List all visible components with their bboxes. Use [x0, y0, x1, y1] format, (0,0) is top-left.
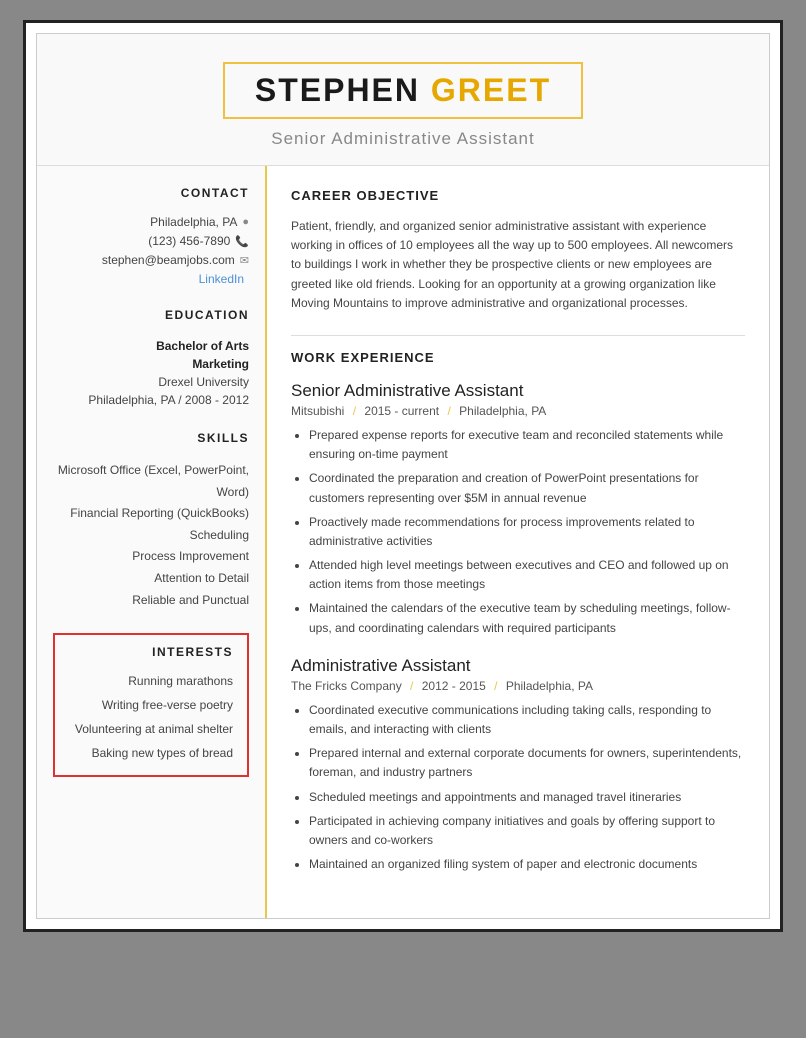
interest-item: Baking new types of bread [69, 741, 233, 765]
location-icon: ● [242, 216, 249, 228]
field-name: Marketing [53, 355, 249, 373]
email-icon: ✉ [240, 254, 249, 267]
education-section: EDUCATION Bachelor of Arts Marketing Dre… [53, 308, 249, 409]
divider [291, 335, 745, 336]
full-name: STEPHEN GREET [255, 72, 551, 109]
phone-text: (123) 456-7890 [148, 234, 230, 248]
skill-item: Process Improvement [53, 546, 249, 568]
resume-inner: STEPHEN GREET Senior Administrative Assi… [36, 33, 770, 919]
body-layout: CONTACT Philadelphia, PA ● (123) 456-789… [37, 165, 769, 918]
bullet-item: Coordinated the preparation and creation… [309, 469, 745, 507]
bullet-item: Prepared expense reports for executive t… [309, 426, 745, 464]
sep-4: / [494, 679, 497, 693]
job-2: Administrative Assistant The Fricks Comp… [291, 656, 745, 875]
job-2-location: Philadelphia, PA [506, 679, 593, 693]
job-2-company: The Fricks Company [291, 679, 402, 693]
job-2-title: Administrative Assistant [291, 656, 745, 676]
skill-item: Attention to Detail [53, 568, 249, 590]
contact-phone: (123) 456-7890 📞 [53, 234, 249, 248]
school-name: Drexel University [53, 373, 249, 391]
phone-icon: 📞 [235, 235, 249, 248]
contact-location: Philadelphia, PA ● [53, 215, 249, 229]
interests-title: INTERESTS [69, 645, 233, 659]
name-box: STEPHEN GREET [223, 62, 583, 119]
bullet-item: Coordinated executive communications inc… [309, 701, 745, 739]
bullet-item: Proactively made recommendations for pro… [309, 513, 745, 551]
skills-title: SKILLS [53, 431, 249, 450]
job-1-company: Mitsubishi [291, 404, 344, 418]
contact-title: CONTACT [53, 186, 249, 205]
header-section: STEPHEN GREET Senior Administrative Assi… [37, 34, 769, 165]
resume-container: STEPHEN GREET Senior Administrative Assi… [23, 20, 783, 932]
right-column: CAREER OBJECTIVE Patient, friendly, and … [267, 166, 769, 918]
job-1-period: 2015 - current [364, 404, 439, 418]
bullet-item: Participated in achieving company initia… [309, 812, 745, 850]
contact-linkedin[interactable]: LinkedIn ​ [53, 272, 249, 286]
education-entry: Bachelor of Arts Marketing Drexel Univer… [53, 337, 249, 409]
job-subtitle: Senior Administrative Assistant [57, 129, 749, 149]
job-1-title: Senior Administrative Assistant [291, 381, 745, 401]
bullet-item: Maintained the calendars of the executiv… [309, 599, 745, 637]
interest-item: Writing free-verse poetry [69, 693, 233, 717]
degree-name: Bachelor of Arts [53, 337, 249, 355]
contact-section: CONTACT Philadelphia, PA ● (123) 456-789… [53, 186, 249, 286]
skill-item: Scheduling [53, 525, 249, 547]
job-1-location: Philadelphia, PA [459, 404, 546, 418]
contact-email: stephen@beamjobs.com ✉ [53, 253, 249, 267]
interests-list: Running marathons Writing free-verse poe… [69, 669, 233, 765]
location-text: Philadelphia, PA [150, 215, 237, 229]
job-1-meta: Mitsubishi / 2015 - current / Philadelph… [291, 404, 745, 418]
work-experience-title: WORK EXPERIENCE [291, 350, 745, 369]
work-experience-section: WORK EXPERIENCE Senior Administrative As… [291, 350, 745, 874]
interest-item: Volunteering at animal shelter [69, 717, 233, 741]
education-title: EDUCATION [53, 308, 249, 327]
skill-item: Financial Reporting (QuickBooks) [53, 503, 249, 525]
sep-1: / [353, 404, 356, 418]
career-objective-section: CAREER OBJECTIVE Patient, friendly, and … [291, 188, 745, 313]
first-name: STEPHEN [255, 72, 420, 108]
bullet-item: Prepared internal and external corporate… [309, 744, 745, 782]
bullet-item: Attended high level meetings between exe… [309, 556, 745, 594]
skills-list: Microsoft Office (Excel, PowerPoint, Wor… [53, 460, 249, 611]
sep-3: / [410, 679, 413, 693]
job-1-bullets: Prepared expense reports for executive t… [291, 426, 745, 638]
job-2-period: 2012 - 2015 [422, 679, 486, 693]
interests-section: INTERESTS Running marathons Writing free… [53, 633, 249, 777]
sep-2: / [447, 404, 450, 418]
job-2-meta: The Fricks Company / 2012 - 2015 / Phila… [291, 679, 745, 693]
interest-item: Running marathons [69, 669, 233, 693]
job-1: Senior Administrative Assistant Mitsubis… [291, 381, 745, 638]
bullet-item: Maintained an organized filing system of… [309, 855, 745, 874]
skill-item: Microsoft Office (Excel, PowerPoint, Wor… [53, 460, 249, 503]
interests-box: INTERESTS Running marathons Writing free… [53, 633, 249, 777]
career-objective-title: CAREER OBJECTIVE [291, 188, 745, 207]
skills-section: SKILLS Microsoft Office (Excel, PowerPoi… [53, 431, 249, 611]
skill-item: Reliable and Punctual [53, 590, 249, 612]
career-objective-text: Patient, friendly, and organized senior … [291, 217, 745, 313]
email-text: stephen@beamjobs.com [102, 253, 235, 267]
linkedin-link[interactable]: LinkedIn [199, 272, 244, 286]
edu-details: Philadelphia, PA / 2008 - 2012 [53, 391, 249, 409]
last-name: GREET [431, 72, 551, 108]
job-2-bullets: Coordinated executive communications inc… [291, 701, 745, 875]
bullet-item: Scheduled meetings and appointments and … [309, 788, 745, 807]
left-column: CONTACT Philadelphia, PA ● (123) 456-789… [37, 166, 267, 918]
